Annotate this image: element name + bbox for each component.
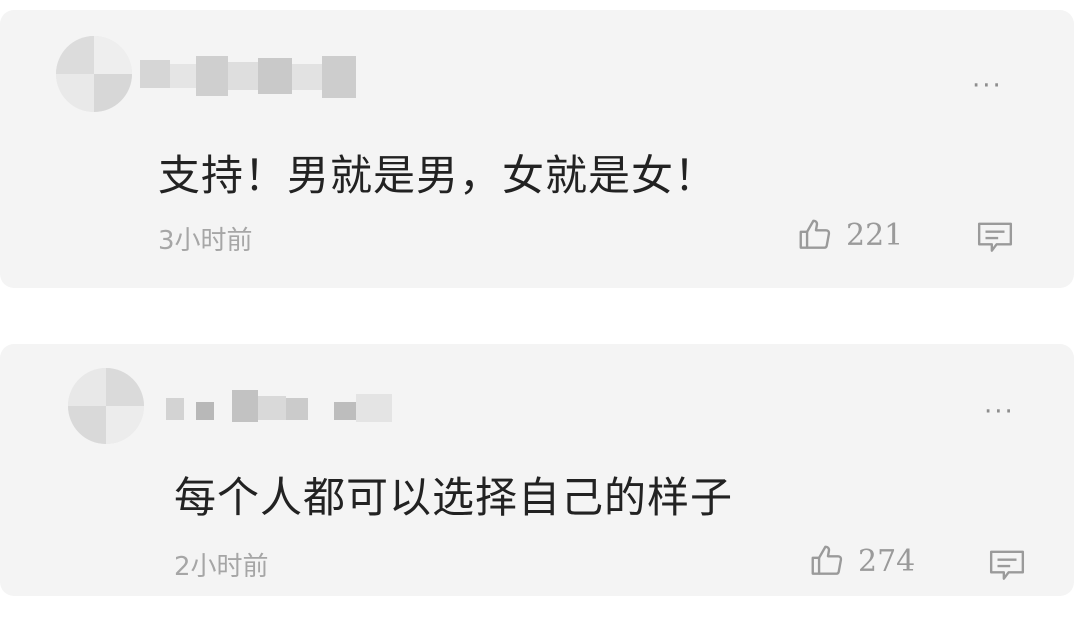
reply-comment-icon (977, 222, 1013, 252)
more-options-button[interactable]: ··· (984, 399, 1015, 425)
avatar[interactable] (68, 368, 144, 444)
reply-button[interactable] (976, 220, 1014, 260)
like-count: 221 (846, 217, 904, 253)
thumbs-up-icon (811, 545, 843, 575)
reply-comment-icon (989, 550, 1025, 580)
comment-list: ··· 支持！男就是男，女就是女！ 3小时前 221 ··· 每个人都可以选择自… (0, 0, 1080, 621)
comment-time: 3小时前 (158, 226, 253, 256)
comment-time: 2小时前 (174, 552, 269, 582)
more-dots-icon: ··· (972, 71, 1003, 101)
comment-card: ··· 每个人都可以选择自己的样子 2小时前 274 (0, 344, 1074, 596)
like-button[interactable]: 221 (796, 216, 903, 254)
avatar[interactable] (56, 36, 132, 112)
comment-text: 每个人都可以选择自己的样子 (174, 473, 734, 522)
username-blurred[interactable] (166, 376, 396, 432)
more-dots-icon: ··· (984, 397, 1015, 427)
comment-card: ··· 支持！男就是男，女就是女！ 3小时前 221 (0, 10, 1074, 288)
reply-button[interactable] (988, 548, 1026, 588)
comment-text: 支持！男就是男，女就是女！ (158, 151, 718, 200)
more-options-button[interactable]: ··· (972, 73, 1003, 99)
like-button[interactable]: 274 (808, 542, 915, 580)
like-count: 274 (858, 543, 916, 579)
thumbs-up-icon (799, 219, 831, 249)
username-blurred[interactable] (140, 50, 370, 106)
